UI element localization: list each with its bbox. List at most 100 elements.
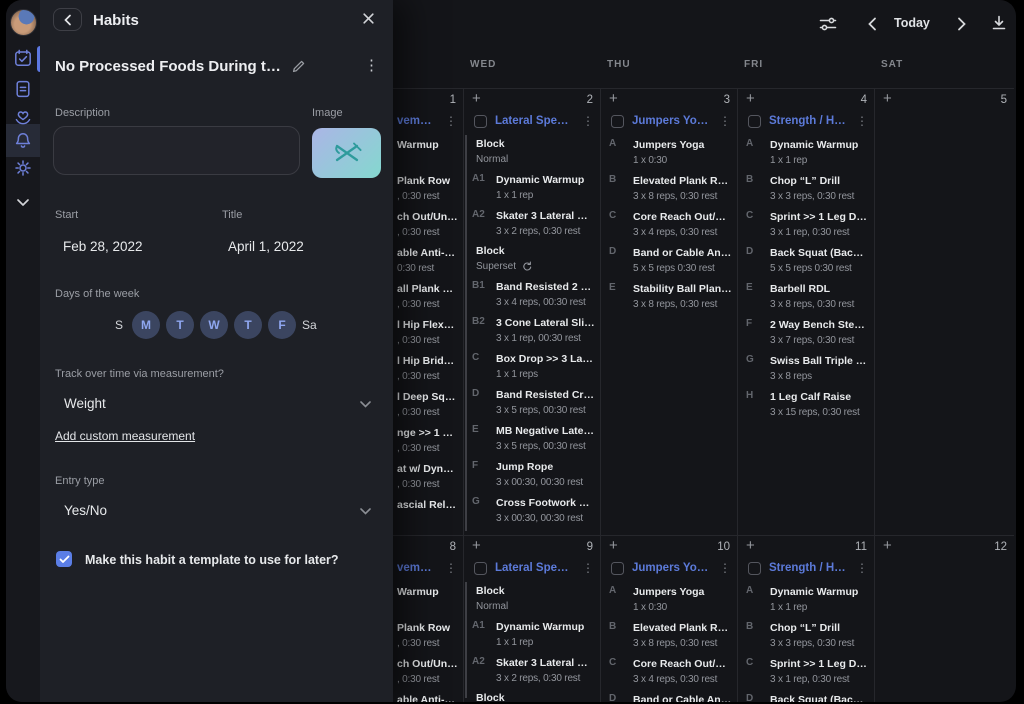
workout-checkbox[interactable]	[611, 562, 624, 575]
exercise-row[interactable]: CCore Reach Out/Under3 x 4 reps, 0:30 re…	[601, 209, 737, 245]
add-event-button[interactable]: +	[883, 538, 892, 553]
workout-title-link[interactable]: Lateral Speed / Plyo	[495, 562, 574, 574]
exercise-row[interactable]: BChop “L” Drill3 x 3 reps, 0:30 rest	[738, 173, 874, 209]
kebab-menu-icon[interactable]: ⋮	[582, 115, 594, 127]
add-event-button[interactable]: +	[746, 538, 755, 553]
document-icon[interactable]	[13, 79, 33, 99]
day-toggle-m[interactable]: M	[132, 311, 160, 339]
entry-type-select[interactable]: Yes/No	[64, 503, 107, 518]
end-date-field[interactable]: April 1, 2022	[228, 239, 304, 254]
back-button[interactable]	[53, 8, 82, 31]
add-event-button[interactable]: +	[609, 91, 618, 106]
add-event-button[interactable]: +	[472, 538, 481, 553]
exercise-row[interactable]: A1Dynamic Warmup1 x 1 rep	[464, 172, 600, 208]
workout-checkbox[interactable]	[611, 115, 624, 128]
chevron-down-icon[interactable]	[13, 196, 33, 210]
chevron-down-icon[interactable]	[360, 508, 371, 515]
exercise-row[interactable]: AJumpers Yoga1 x 0:30	[601, 137, 737, 173]
start-date-field[interactable]: Feb 28, 2022	[63, 239, 143, 254]
exercise-row[interactable]: ADynamic Warmup1 x 1 rep	[738, 584, 874, 620]
exercise-prefix: A	[746, 138, 753, 149]
add-event-button[interactable]: +	[472, 91, 481, 106]
kebab-menu-icon[interactable]: ⋮	[364, 56, 379, 74]
heart-hands-icon[interactable]	[13, 107, 33, 127]
exercise-row[interactable]: DBand or Cable Anti Rotati...5 x 5 reps …	[601, 245, 737, 281]
exercise-row[interactable]: FJump Rope3 x 00:30, 00:30 rest	[464, 459, 600, 495]
workout-items: BlockNormalA1Dynamic Warmup1 x 1 repA2Sk…	[464, 137, 600, 531]
exercise-row[interactable]: DBand or Cable Anti Rotati...5 x 5 reps …	[601, 692, 737, 702]
kebab-menu-icon[interactable]: ⋮	[719, 562, 731, 574]
exercise-row[interactable]: DBack Squat (Back Off Set)5 x 5 reps 0:3…	[738, 692, 874, 702]
exercise-row[interactable]: B23 Cone Lateral Slide3 x 1 rep, 00:30 r…	[464, 315, 600, 351]
habit-image-tile[interactable]	[312, 128, 381, 178]
workout-title-link[interactable]: Jumpers Yoga / Core	[632, 562, 711, 574]
calendar-check-icon[interactable]	[13, 48, 33, 68]
description-input[interactable]	[53, 126, 300, 175]
chevron-down-icon[interactable]	[360, 401, 371, 408]
workout-title-row[interactable]: Jumpers Yoga / Core ⋮	[611, 558, 731, 578]
bell-icon[interactable]	[13, 131, 33, 151]
add-custom-measurement-link[interactable]: Add custom measurement	[55, 429, 195, 443]
add-event-button[interactable]: +	[746, 91, 755, 106]
workout-title-row[interactable]: Lateral Speed / Plyo ⋮	[474, 111, 594, 131]
exercise-detail: 3 x 00:30, 00:30 rest	[496, 475, 595, 490]
exercise-row[interactable]: A2Skater 3 Lateral Hops >> ...3 x 2 reps…	[464, 208, 600, 244]
exercise-row[interactable]: DBack Squat (Back Off Set)5 x 5 reps 0:3…	[738, 245, 874, 281]
workout-checkbox[interactable]	[474, 562, 487, 575]
workout-checkbox[interactable]	[748, 115, 761, 128]
avatar[interactable]	[10, 9, 37, 36]
day-toggle-sa[interactable]: Sa	[302, 318, 316, 332]
exercise-row[interactable]: AJumpers Yoga1 x 0:30	[601, 584, 737, 620]
exercise-row[interactable]: EMB Negative Lateral Hop...3 x 5 reps, 0…	[464, 423, 600, 459]
exercise-row[interactable]: CSprint >> 1 Leg Declarations3 x 1 rep, …	[738, 209, 874, 245]
workout-checkbox[interactable]	[474, 115, 487, 128]
day-toggle-t[interactable]: T	[234, 311, 262, 339]
exercise-row[interactable]: BChop “L” Drill3 x 3 reps, 0:30 rest	[738, 620, 874, 656]
pencil-icon[interactable]	[292, 59, 306, 73]
exercise-row[interactable]: B1Band Resisted 2 Step Late...3 x 4 reps…	[464, 279, 600, 315]
gear-icon[interactable]	[13, 158, 33, 178]
day-toggle-f[interactable]: F	[268, 311, 296, 339]
exercise-row[interactable]: F2 Way Bench Step Up3 x 7 reps, 0:30 res…	[738, 317, 874, 353]
day-toggle-t[interactable]: T	[166, 311, 194, 339]
exercise-row[interactable]: GCross Footwork Jump Rope3 x 00:30, 00:3…	[464, 495, 600, 531]
kebab-menu-icon[interactable]: ⋮	[856, 115, 868, 127]
workout-title-row[interactable]: Strength / Hypertro... ⋮	[748, 111, 868, 131]
exercise-row[interactable]: EBarbell RDL3 x 8 reps, 0:30 rest	[738, 281, 874, 317]
workout-checkbox[interactable]	[748, 562, 761, 575]
exercise-row[interactable]: DBand Resisted Crossover...3 x 5 reps, 0…	[464, 387, 600, 423]
workout-title-link[interactable]: vement Q...	[397, 115, 437, 127]
add-event-button[interactable]: +	[883, 91, 892, 106]
exercise-row[interactable]: ADynamic Warmup1 x 1 rep	[738, 137, 874, 173]
exercise-row[interactable]: CCore Reach Out/Under3 x 4 reps, 0:30 re…	[601, 656, 737, 692]
exercise-row[interactable]: BElevated Plank Row3 x 8 reps, 0:30 rest	[601, 620, 737, 656]
day-toggle-w[interactable]: W	[200, 311, 228, 339]
workout-title-link[interactable]: Jumpers Yoga / Core	[632, 115, 711, 127]
exercise-row[interactable]: A2Skater 3 Lateral Hops >> ...3 x 2 reps…	[464, 655, 600, 691]
exercise-row[interactable]: EStability Ball Plank Linear ...3 x 8 re…	[601, 281, 737, 317]
kebab-menu-icon[interactable]: ⋮	[582, 562, 594, 574]
exercise-row[interactable]: CBox Drop >> 3 Lateral H...1 x 1 reps	[464, 351, 600, 387]
exercise-row[interactable]: GSwiss Ball Triple Threat3 x 8 reps	[738, 353, 874, 389]
template-checkbox[interactable]	[56, 551, 72, 567]
workout-title-link[interactable]: Lateral Speed / Plyo	[495, 115, 574, 127]
exercise-row[interactable]: H1 Leg Calf Raise3 x 15 reps, 0:30 rest	[738, 389, 874, 425]
kebab-menu-icon[interactable]: ⋮	[445, 115, 457, 127]
workout-title-link[interactable]: Strength / Hypertro...	[769, 115, 848, 127]
measurement-select[interactable]: Weight	[64, 396, 106, 411]
workout-title-link[interactable]: Strength / Hypertro...	[769, 562, 848, 574]
kebab-menu-icon[interactable]: ⋮	[856, 562, 868, 574]
workout-title-row[interactable]: Strength / Hypertro... ⋮	[748, 558, 868, 578]
day-toggle-s[interactable]: S	[112, 318, 126, 332]
kebab-menu-icon[interactable]: ⋮	[719, 115, 731, 127]
kebab-menu-icon[interactable]: ⋮	[445, 562, 457, 574]
add-event-button[interactable]: +	[609, 538, 618, 553]
workout-title-row[interactable]: Lateral Speed / Plyo ⋮	[474, 558, 594, 578]
close-icon[interactable]	[362, 12, 375, 25]
workout-title-link[interactable]: vement Q...	[397, 562, 437, 574]
exercise-name: l Hip Flexor Rais...	[397, 317, 458, 333]
exercise-row[interactable]: A1Dynamic Warmup1 x 1 rep	[464, 619, 600, 655]
workout-title-row[interactable]: Jumpers Yoga / Core ⋮	[611, 111, 731, 131]
exercise-row[interactable]: BElevated Plank Row3 x 8 reps, 0:30 rest	[601, 173, 737, 209]
exercise-row[interactable]: CSprint >> 1 Leg Declarations3 x 1 rep, …	[738, 656, 874, 692]
